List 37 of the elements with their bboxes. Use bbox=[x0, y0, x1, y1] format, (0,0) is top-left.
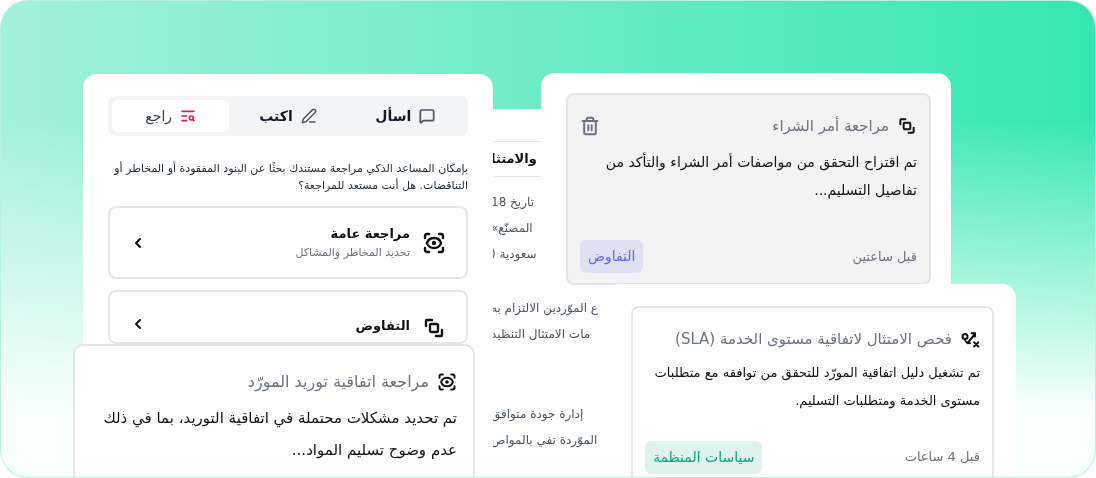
card-title: مراجعة اتفاقية توريد المورّد bbox=[247, 371, 429, 394]
tab[interactable]: اكتب bbox=[229, 100, 347, 132]
review-card[interactable]: مراجعة أمر الشراء تم اقتراح التحقق من مواصفات أمر الشراء والتأكد من تفاصيل التسليم... قبل ساعتين التفاوض bbox=[566, 93, 931, 285]
review-card[interactable]: فحص الامتثال لاتفاقية مستوى الخدمة (SLA) تم تشغيل دليل اتفاقية المورّد للتحقق من توافقه مع متطلبات مستوى الخدمة ومتطلبات التسليم. قبل 4 ساعات سياسات المنظمة bbox=[631, 306, 994, 477]
linked-squares-icon bbox=[422, 316, 446, 340]
option-title: مراجعة عامة bbox=[329, 224, 410, 243]
eye-icon bbox=[422, 230, 446, 255]
timestamp: قبل 4 ساعات bbox=[904, 448, 980, 467]
review-card[interactable]: مراجعة اتفاقية توريد المورّد تم تحديد مشكلات محتملة في اتفاقية التوريد، بما في ذلك عدم وضوح تسليم المواد... bbox=[73, 344, 475, 477]
route-icon bbox=[960, 329, 980, 350]
list-search-icon bbox=[180, 108, 197, 124]
document-text: الموّردة تفي بالمواص bbox=[491, 431, 598, 450]
card-text: تم تشغيل دليل اتفاقية المورّد للتحقق من توافقه مع متطلبات مستوى الخدمة ومتطلبات التسليم. bbox=[653, 363, 980, 411]
chat-icon bbox=[419, 108, 436, 124]
eye-icon bbox=[437, 372, 457, 392]
document-text: تاريخ 18 bbox=[491, 193, 534, 211]
card-title: فحص الامتثال لاتفاقية مستوى الخدمة (SLA) bbox=[675, 329, 952, 350]
option-subtitle: تحديد المخاطر والمشاكل bbox=[294, 245, 410, 261]
card-title: مراجعة أمر الشراء bbox=[771, 115, 889, 137]
trash-icon[interactable] bbox=[580, 116, 600, 137]
document-text: إدارة جودة متوافق bbox=[491, 405, 584, 424]
pen-icon bbox=[300, 108, 317, 124]
intro-text: بإمكان المساعد الذكي مراجعة مستندك بحثًا عن البنود المفقودة أو المخاطر أو التناقضات. هل أنت مستعد للمراجعة؟ bbox=[112, 160, 468, 194]
review-option[interactable]: التفاوض bbox=[108, 290, 468, 344]
category-tag: التفاوض bbox=[580, 240, 644, 273]
tab[interactable]: راجع bbox=[112, 100, 230, 132]
document-text: مات الامتثال التنظيد bbox=[491, 325, 591, 343]
linked-squares-icon bbox=[897, 116, 917, 137]
document-text: المصنّع» bbox=[491, 219, 533, 237]
tab[interactable]: اسأل bbox=[346, 100, 464, 132]
card-text: تم اقتراح التحقق من مواصفات أمر الشراء والتأكد من تفاصيل التسليم... bbox=[604, 151, 917, 201]
document-heading: والامتثا bbox=[491, 150, 537, 168]
timestamp: قبل ساعتين bbox=[852, 247, 917, 267]
review-option[interactable]: مراجعة عامة تحديد المخاطر والمشاكل bbox=[108, 206, 468, 279]
category-tag: سياسات المنظمة bbox=[645, 440, 763, 474]
card-text: تم تحديد مشكلات محتملة في اتفاقية التوريد، بما في ذلك عدم وضوح تسليم المواد... bbox=[102, 408, 457, 461]
option-title: التفاوض bbox=[354, 317, 410, 335]
